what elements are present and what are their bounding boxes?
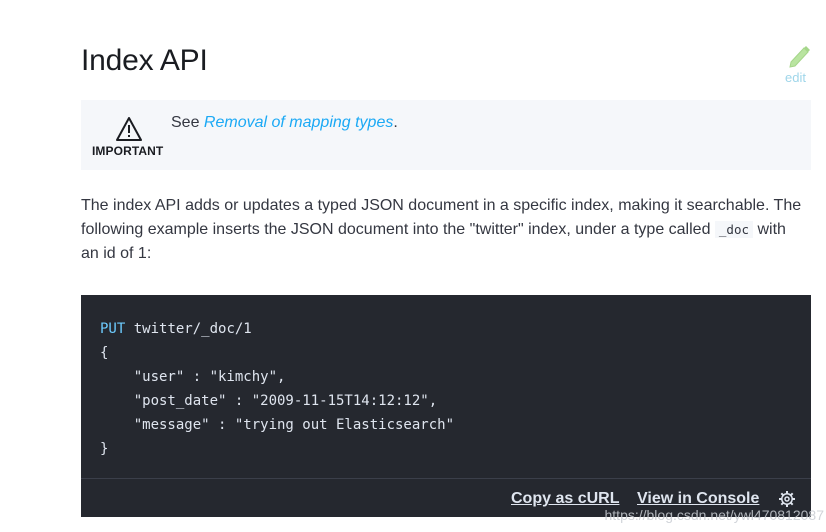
request-body: { "user" : "kimchy", "post_date" : "2009… (100, 345, 455, 457)
view-in-console-link[interactable]: View in Console (637, 490, 759, 508)
removal-of-mapping-types-link[interactable]: Removal of mapping types (204, 114, 393, 131)
admonition-text: See Removal of mapping types. (171, 114, 398, 132)
watermark: https://blog.csdn.net/ywl470812087 (604, 507, 825, 523)
inline-code: _doc (714, 221, 754, 238)
code-divider (81, 478, 811, 479)
admonition-suffix: . (393, 114, 398, 131)
request-path: twitter/_doc/1 (125, 321, 252, 337)
code-content: PUT twitter/_doc/1 { "user" : "kimchy", … (100, 317, 454, 461)
edit-label: edit (785, 70, 806, 85)
admonition-label: IMPORTANT (92, 144, 164, 158)
important-admonition: IMPORTANT See Removal of mapping types. (81, 100, 811, 170)
admonition-prefix: See (171, 114, 204, 131)
http-method: PUT (100, 321, 126, 337)
edit-link[interactable]: edit (784, 42, 814, 86)
intro-paragraph: The index API adds or updates a typed JS… (81, 194, 806, 266)
pencil-icon (789, 46, 810, 68)
code-block: PUT twitter/_doc/1 { "user" : "kimchy", … (81, 295, 811, 517)
intro-text-1: The index API adds or updates a typed JS… (81, 197, 802, 238)
page-title: Index API (81, 44, 208, 77)
gear-icon[interactable] (778, 490, 796, 508)
copy-as-curl-link[interactable]: Copy as cURL (511, 490, 619, 508)
warning-icon (116, 117, 142, 141)
